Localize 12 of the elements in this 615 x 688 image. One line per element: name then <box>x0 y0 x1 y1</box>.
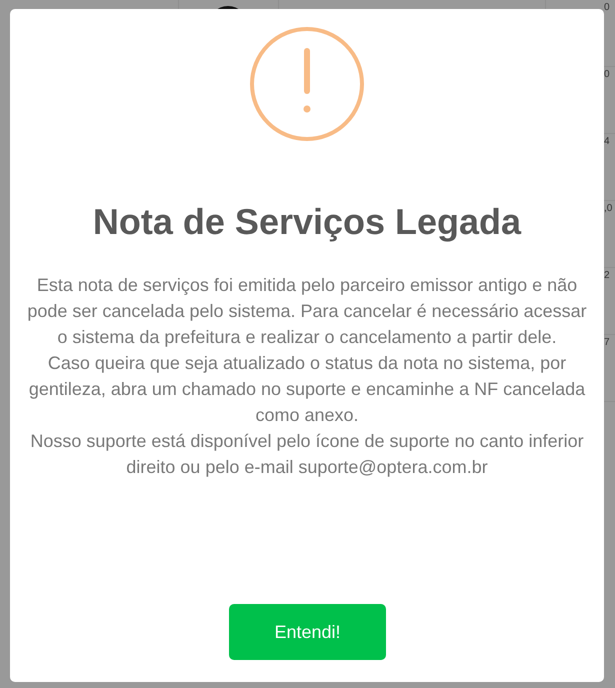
table-cell: 0 <box>604 69 610 81</box>
dialog-message: Nosso suporte está disponível pelo ícone de suporte no canto inferior direito ou pelo e-mail suporte@optera.com.br <box>29 430 585 479</box>
table-cell: 4 <box>604 136 610 148</box>
dialog-message: Caso queira que seja atualizado o status da nota no sistema, por gentileza, abra um chamado no suporte e encaminhe a NF cancelada como anexo. <box>28 352 586 427</box>
table-cell: 0 <box>604 2 610 14</box>
table-cell: ,0 <box>604 203 612 215</box>
warning-icon <box>249 26 365 142</box>
table-cell: 7 <box>604 337 610 349</box>
confirm-button[interactable]: Entendi! <box>229 604 386 660</box>
dialog-message: Esta nota de serviços foi emitida pelo parceiro emissor antigo e não pode ser cancelada pelo sistema. Para cancelar é necessário acessar o sistema da prefeitura e realizar o cancelamento a partir dele. <box>27 274 587 349</box>
table-cell: 2 <box>604 270 610 282</box>
dialog-title: Nota de Serviços Legada <box>92 200 522 244</box>
